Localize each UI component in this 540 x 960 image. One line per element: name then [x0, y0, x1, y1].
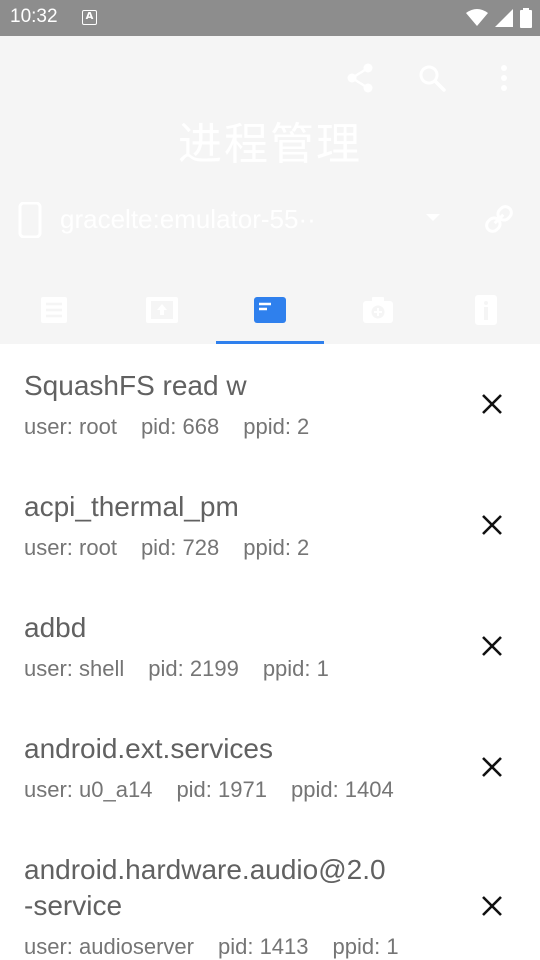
tab-processes[interactable]: [216, 276, 324, 344]
search-icon[interactable]: [414, 60, 450, 96]
process-name: SquashFS read w: [24, 370, 247, 401]
process-meta: user: u0_a14 pid: 1971 ppid: 1404: [24, 777, 418, 803]
page-title: 进程管理: [178, 119, 362, 170]
signal-icon: [495, 9, 513, 27]
tab-files[interactable]: [0, 276, 108, 344]
process-ppid: ppid: 1404: [290, 777, 394, 802]
process-pid: pid: 668: [140, 414, 220, 439]
process-pid: pid: 1413: [217, 934, 309, 959]
process-name: android.hardware.audio@2.0 -service: [24, 854, 386, 921]
process-user: user: root: [24, 535, 117, 560]
process-user: user: root: [24, 414, 117, 439]
device-name: gracelte:emulator-55··: [60, 204, 316, 234]
battery-icon: [520, 8, 532, 28]
close-icon[interactable]: [474, 386, 510, 422]
process-list: SquashFS read w user: root pid: 668 ppid: …: [0, 344, 540, 960]
file-list-icon: [41, 297, 67, 323]
device-selector[interactable]: gracelte:emulator-55··: [18, 200, 522, 240]
tab-info[interactable]: [432, 276, 540, 344]
process-name: adbd: [24, 612, 87, 643]
status-bar: 10:32 A: [0, 0, 540, 36]
close-icon[interactable]: [474, 628, 510, 664]
process-meta: user: shell pid: 2199 ppid: 1: [24, 656, 353, 682]
notification-icon: A: [82, 10, 97, 25]
tab-upload[interactable]: [108, 276, 216, 344]
process-meta: user: root pid: 668 ppid: 2: [24, 414, 333, 440]
close-icon[interactable]: [474, 888, 510, 924]
share-icon[interactable]: [342, 60, 378, 96]
camera-icon: [363, 297, 393, 323]
process-user: user: shell: [24, 656, 125, 681]
process-meta: user: root pid: 728 ppid: 2: [24, 535, 333, 561]
status-time: 10:32: [10, 6, 58, 27]
process-user: user: u0_a14: [24, 777, 153, 802]
info-icon: [475, 295, 497, 325]
process-icon: [254, 297, 286, 323]
tab-camera[interactable]: [324, 276, 432, 344]
process-pid: pid: 1971: [176, 777, 267, 802]
more-vert-icon[interactable]: [486, 60, 522, 96]
app-header: 进程管理 gracelte:emulator-55··: [0, 36, 540, 344]
upload-icon: [146, 297, 178, 323]
process-ppid: ppid: 1: [262, 656, 329, 681]
process-user: user: audioserver: [24, 934, 194, 959]
status-icons: [466, 7, 532, 29]
process-pid: pid: 728: [140, 535, 220, 560]
process-ppid: ppid: 1: [332, 934, 399, 959]
close-icon[interactable]: [474, 749, 510, 785]
process-meta: user: audioserver pid: 1413 ppid: 1: [24, 934, 423, 960]
phone-icon: [18, 202, 42, 238]
process-name: acpi_thermal_pm: [24, 491, 239, 522]
process-ppid: ppid: 2: [243, 535, 310, 560]
link-icon[interactable]: [482, 202, 516, 236]
process-name: android.ext.services: [24, 733, 274, 764]
process-pid: pid: 2199: [148, 656, 239, 681]
close-icon[interactable]: [474, 507, 510, 543]
tab-bar: [0, 276, 540, 344]
wifi-icon: [466, 9, 488, 26]
chevron-down-icon[interactable]: [426, 214, 440, 221]
process-ppid: ppid: 2: [243, 414, 310, 439]
